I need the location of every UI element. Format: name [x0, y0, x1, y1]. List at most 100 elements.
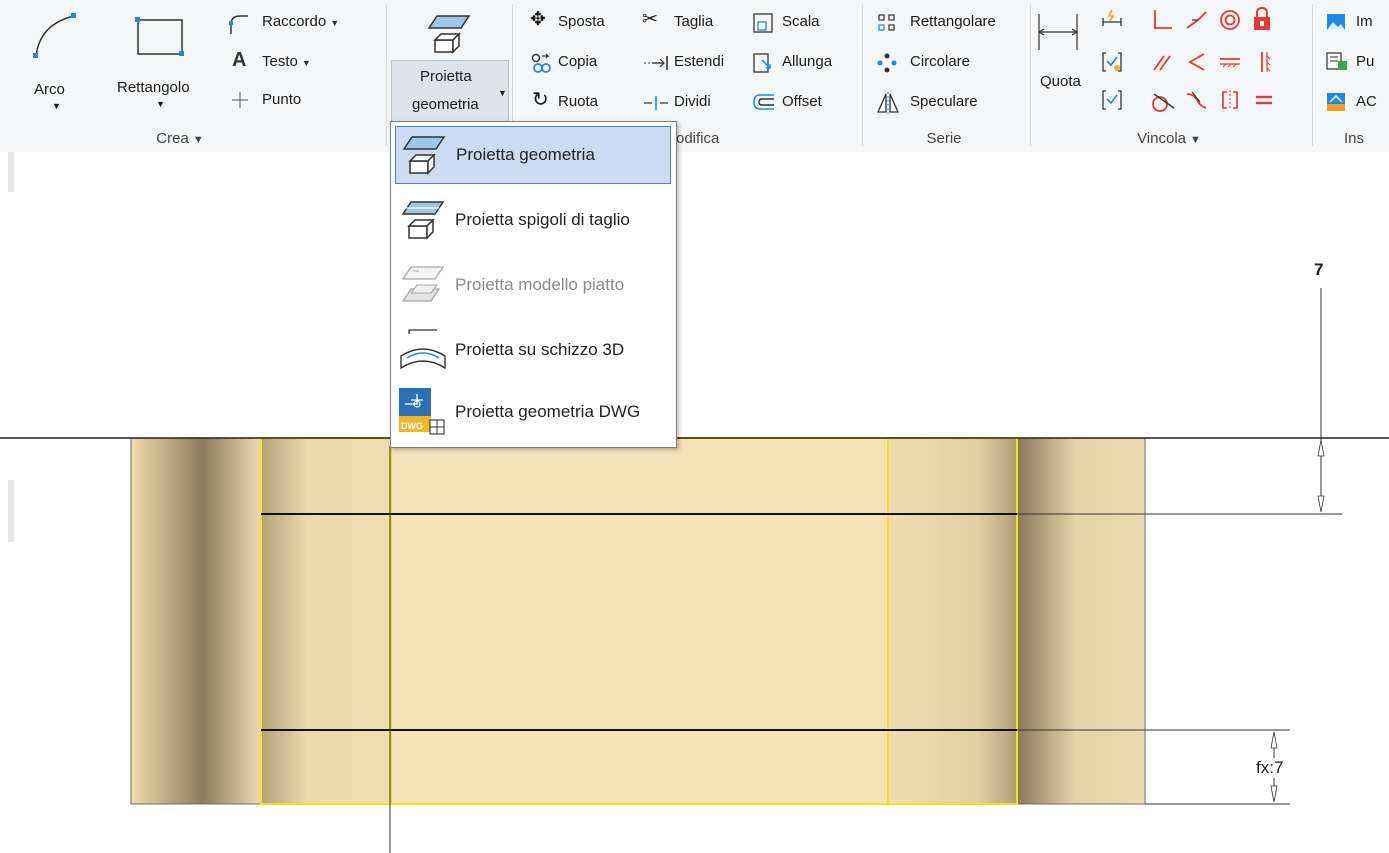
fillet-button[interactable]: Raccordo ▼	[228, 12, 368, 36]
move-button[interactable]: ✥ Sposta	[530, 10, 630, 34]
offset-button[interactable]: Offset	[752, 90, 852, 114]
project-geometry-button[interactable]: Proietta geometria ▼	[391, 60, 509, 124]
move-label: Sposta	[558, 13, 605, 30]
text-button[interactable]: A Testo ▼	[228, 50, 368, 74]
project-geometry-icon	[402, 136, 446, 175]
insert-acad-button[interactable]: AC	[1322, 90, 1389, 114]
rectangle-label: Rettangolo	[117, 79, 190, 96]
rotate-icon: ↻	[532, 89, 549, 111]
rectangular-pattern-icon	[878, 14, 895, 31]
panel-title-crea[interactable]: Crea ▼	[130, 129, 230, 149]
fix-constraint-icon[interactable]	[1250, 6, 1274, 32]
split-button[interactable]: Dividi	[642, 90, 732, 114]
circular-pattern-icon	[877, 53, 897, 73]
dimension-top-value[interactable]: 7	[1314, 260, 1323, 280]
points-icon	[1326, 52, 1347, 70]
scale-icon	[753, 13, 773, 33]
ribbon: Arco ▼ Rettangolo ▼ Raccordo ▼ A Testo ▼ P…	[0, 0, 1389, 153]
rotate-button[interactable]: ↻ Ruota	[530, 90, 630, 114]
dimension-bottom-value[interactable]: fx:7	[1256, 758, 1284, 778]
separator	[386, 4, 387, 146]
horizontal-constraint-icon[interactable]	[1218, 50, 1242, 74]
menu-item-project-flat-pattern[interactable]: Proietta modello piatto	[395, 257, 671, 315]
point-label: Punto	[262, 91, 302, 108]
svg-text:DWG: DWG	[401, 421, 423, 431]
constraint-auto-dimension-icon[interactable]	[1100, 8, 1124, 32]
sketch-canvas[interactable]: 7 fx:7	[0, 152, 1389, 853]
menu-item-project-to-3d-sketch[interactable]: Proietta su schizzo 3D	[395, 322, 671, 380]
concentric-constraint-icon[interactable]	[1218, 8, 1242, 32]
rectangle-icon	[135, 17, 184, 56]
project-flat-pattern-icon	[401, 266, 445, 302]
extend-button[interactable]: Estendi	[642, 50, 732, 74]
offset-icon	[753, 94, 774, 110]
move-icon: ✥	[530, 9, 546, 30]
menu-item-project-dwg-geometry[interactable]: DWG Proietta geometria DWG	[395, 384, 671, 442]
equal-constraint-icon[interactable]	[1252, 88, 1276, 112]
part-face-right-inner	[888, 438, 1017, 804]
stretch-icon	[753, 53, 771, 73]
insert-points-label: Pu	[1356, 53, 1375, 70]
point-button[interactable]: Punto	[228, 88, 368, 112]
symmetric-constraint-icon[interactable]	[1218, 88, 1242, 112]
dimension-button[interactable]: Quota	[1036, 6, 1096, 116]
menu-item-label: Proietta geometria DWG	[455, 402, 641, 421]
copy-icon	[531, 53, 551, 73]
mirror-label: Speculare	[910, 93, 978, 110]
part-face-left	[131, 438, 261, 804]
parallel-constraint-icon[interactable]	[1150, 50, 1174, 74]
dimension-icon	[1037, 14, 1079, 50]
menu-item-project-cut-edges[interactable]: Proietta spigoli di taglio	[395, 192, 671, 250]
show-constraints-icon[interactable]	[1100, 88, 1124, 112]
arc-button[interactable]: Arco ▼	[18, 6, 82, 116]
mirror-button[interactable]: Speculare	[876, 90, 1026, 114]
text-label: Testo ▼	[262, 53, 311, 70]
scrollbar-track[interactable]	[8, 152, 14, 192]
insert-points-button[interactable]: Pu	[1322, 50, 1389, 74]
project-geometry-label-line2: geometria	[412, 96, 479, 113]
stretch-label: Allunga	[782, 53, 833, 70]
rotate-label: Ruota	[558, 93, 599, 110]
project-geometry-dropdown-menu: Proietta geometria Proietta spigoli di t…	[390, 121, 677, 448]
panel-title-modifica[interactable]: odifica	[676, 129, 736, 149]
menu-item-label: Proietta modello piatto	[455, 275, 625, 294]
circular-pattern-button[interactable]: Circolare	[876, 50, 1026, 74]
menu-item-label: Proietta geometria	[456, 145, 595, 164]
tangent-constraint-icon[interactable]	[1150, 88, 1176, 114]
part-face-center	[391, 438, 888, 804]
vertical-constraint-icon[interactable]	[1252, 50, 1276, 74]
project-to-3d-sketch-icon	[400, 329, 446, 370]
rectangular-pattern-button[interactable]: Rettangolare	[876, 10, 1026, 34]
project-cut-edges-icon	[401, 201, 445, 240]
dimension-label: Quota	[1040, 73, 1081, 90]
collinear-constraint-icon[interactable]	[1184, 8, 1208, 32]
trim-label: Taglia	[674, 13, 714, 30]
extend-label: Estendi	[674, 53, 725, 70]
perpendicular-constraint-icon[interactable]	[1184, 50, 1208, 74]
rectangular-pattern-label: Rettangolare	[910, 13, 996, 30]
panel-title-vincola[interactable]: Vincola ▼	[1124, 129, 1214, 149]
stretch-button[interactable]: Allunga	[752, 50, 852, 74]
insert-acad-label: AC	[1356, 93, 1377, 110]
extend-icon	[644, 56, 668, 70]
menu-item-project-geometry[interactable]: Proietta geometria	[395, 126, 671, 184]
scale-button[interactable]: Scala	[752, 10, 847, 34]
panel-title-inserisci: Ins	[1344, 130, 1365, 147]
panel-title-serie: Serie	[926, 130, 962, 147]
dwg-icon: DWG	[399, 388, 445, 435]
project-geometry-icon	[427, 15, 471, 54]
rectangle-dropdown-icon: ▼	[156, 99, 165, 109]
constraint-settings-icon[interactable]	[1100, 50, 1124, 74]
smooth-constraint-icon[interactable]	[1184, 88, 1208, 112]
project-geometry-icon-button[interactable]	[391, 4, 507, 60]
fillet-label: Raccordo ▼	[262, 13, 340, 30]
rectangle-button[interactable]: Rettangolo ▼	[110, 6, 210, 116]
separator	[1312, 4, 1313, 146]
coincident-constraint-icon[interactable]	[1150, 8, 1174, 32]
copy-button[interactable]: Copia	[530, 50, 630, 74]
fillet-icon	[229, 15, 248, 34]
trim-button[interactable]: ✂ Taglia	[642, 10, 732, 34]
project-geometry-dropdown-icon: ▼	[498, 88, 507, 98]
arc-dropdown-icon: ▼	[52, 101, 61, 111]
insert-image-button[interactable]: Im	[1322, 10, 1389, 34]
